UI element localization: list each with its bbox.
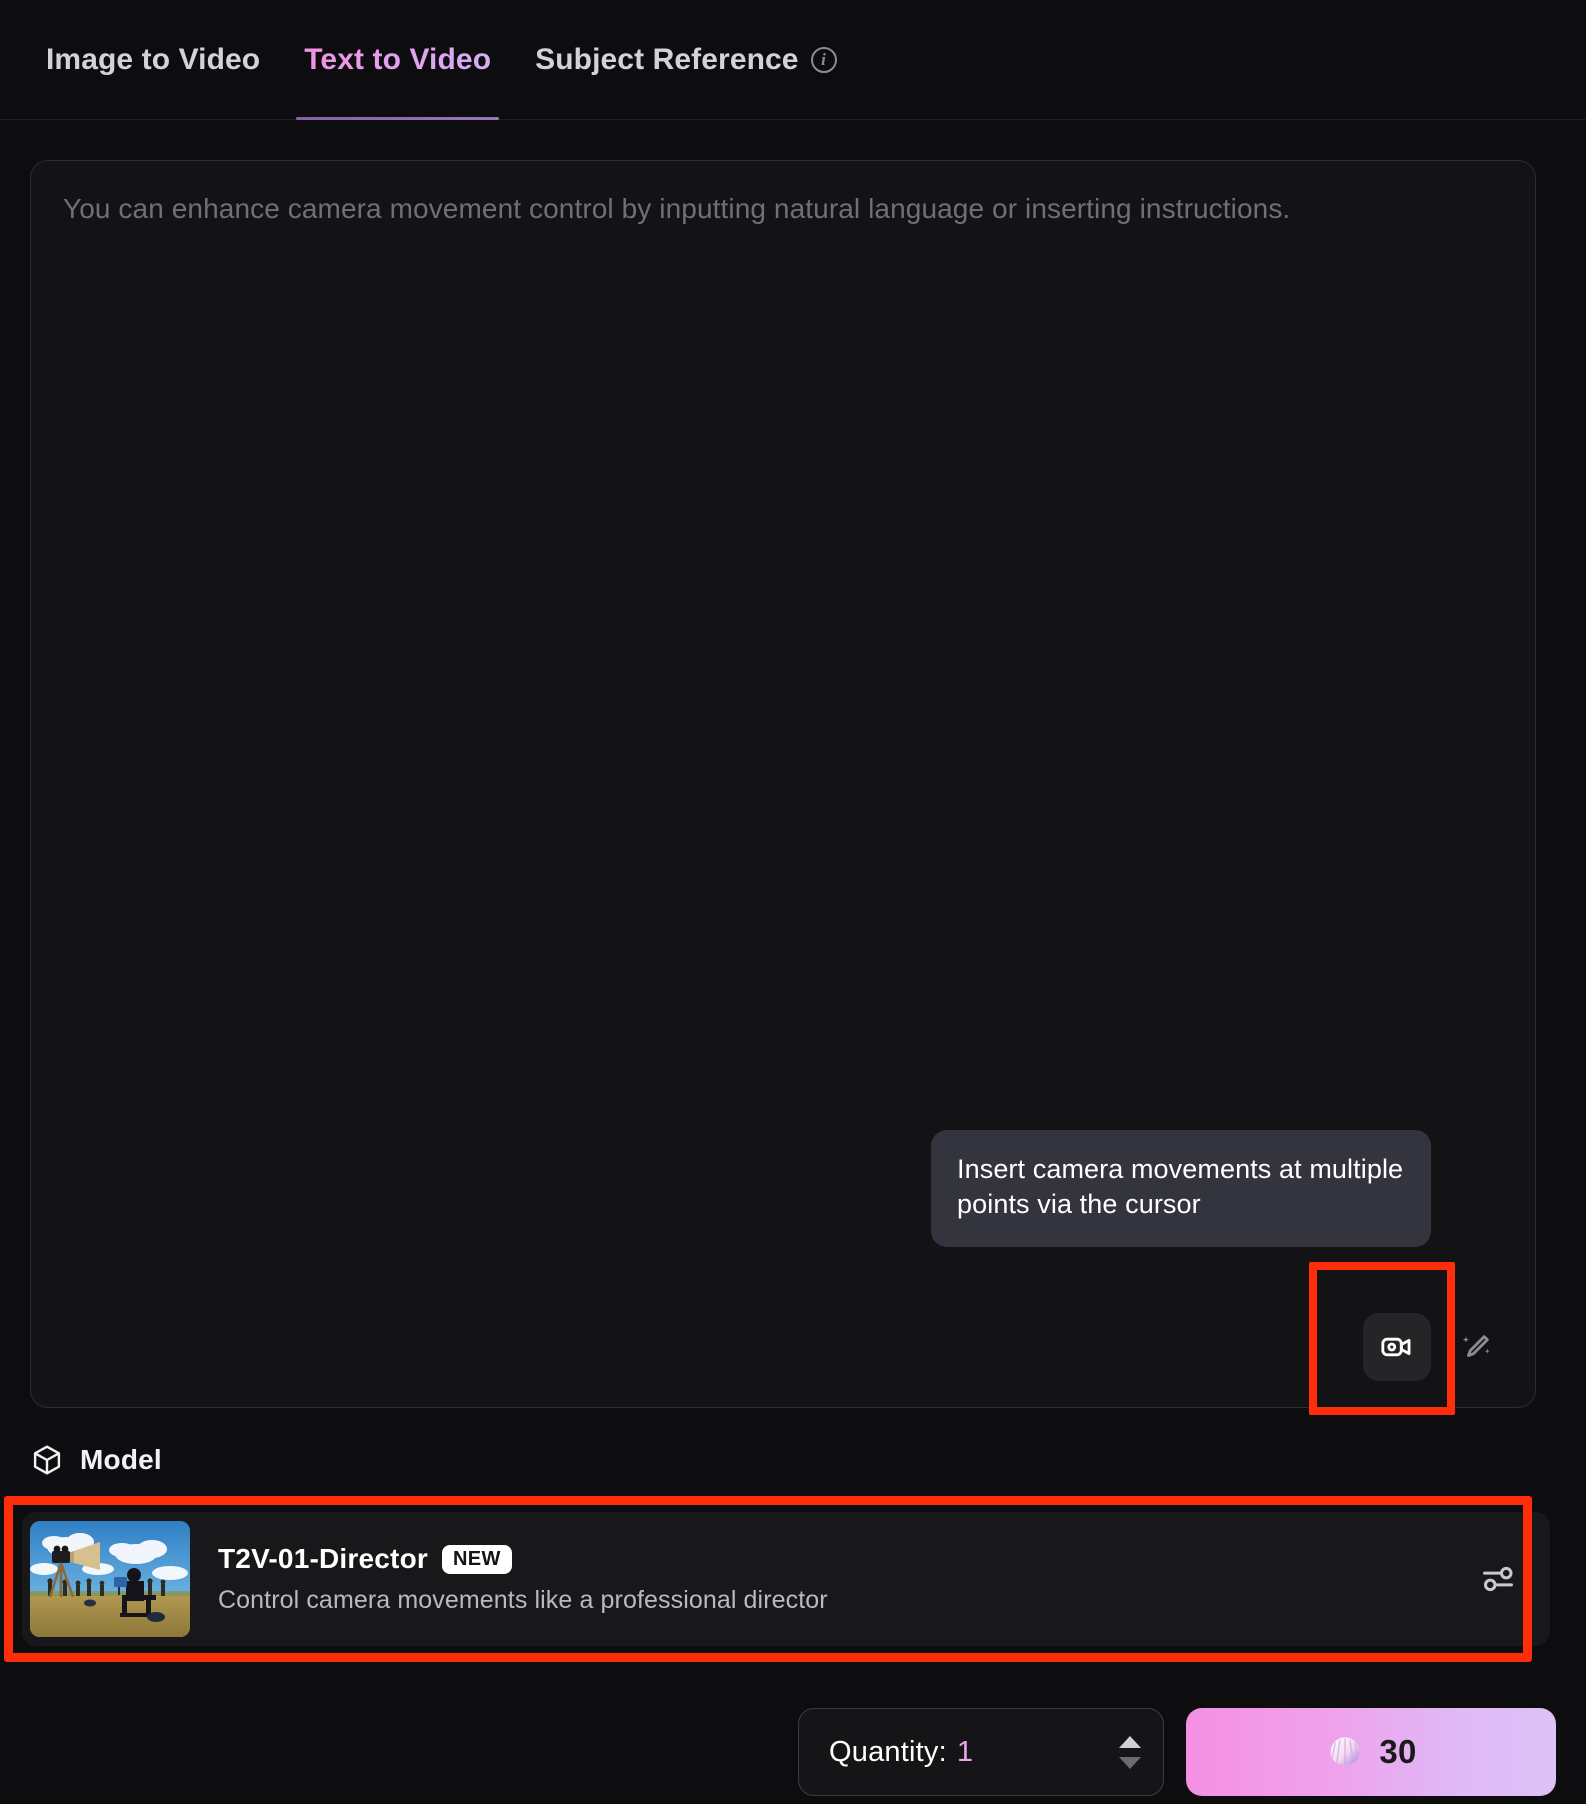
model-section-header: Model: [30, 1443, 162, 1477]
model-card-t2v-01-director[interactable]: T2V-01-Director NEW Control camera movem…: [22, 1512, 1550, 1646]
prompt-placeholder: You can enhance camera movement control …: [63, 193, 1291, 224]
cube-icon: [33, 1445, 61, 1475]
bottom-action-bar: Quantity: 1 30: [0, 1700, 1586, 1804]
model-label: Model: [80, 1444, 162, 1475]
prompt-panel[interactable]: You can enhance camera movement control …: [30, 160, 1536, 1408]
tooltip-text: Insert camera movements at multiple poin…: [957, 1153, 1404, 1220]
quantity-value: 1: [956, 1735, 973, 1768]
model-name: T2V-01-Director: [218, 1543, 428, 1574]
generate-button[interactable]: 30: [1186, 1708, 1556, 1796]
quantity-stepper[interactable]: Quantity: 1: [798, 1708, 1164, 1796]
new-badge: NEW: [441, 1544, 512, 1574]
tab-label: Image to Video: [46, 42, 261, 76]
info-icon[interactable]: i: [810, 46, 837, 73]
sliders-icon: [1483, 1566, 1513, 1592]
shell-credit-icon: [1331, 1737, 1360, 1765]
enhance-prompt-button[interactable]: [1449, 1319, 1505, 1375]
model-thumbnail: [30, 1521, 190, 1637]
prompt-actions: [1363, 1313, 1505, 1381]
model-settings-button[interactable]: [1470, 1551, 1526, 1607]
model-description: Control camera movements like a professi…: [218, 1586, 828, 1614]
tab-label: Text to Video: [304, 42, 492, 76]
magic-wand-pen-icon: [1462, 1335, 1490, 1357]
film-set-image: [30, 1521, 190, 1637]
stepper-decrement-button[interactable]: [1119, 1756, 1141, 1769]
model-info: T2V-01-Director NEW Control camera movem…: [190, 1543, 1470, 1615]
camera-tooltip: Insert camera movements at multiple poin…: [931, 1129, 1431, 1247]
tab-label: Subject Reference: [535, 42, 799, 76]
mode-tabs: Image to Video Text to Video Subject Ref…: [0, 0, 1586, 120]
stepper-arrows: [1119, 1735, 1141, 1769]
tab-image-to-video[interactable]: Image to Video: [46, 0, 282, 120]
model-title-row: T2V-01-Director NEW: [218, 1543, 1470, 1575]
insert-camera-movement-button[interactable]: [1363, 1313, 1431, 1381]
text-to-video-page: Image to Video Text to Video Subject Ref…: [0, 0, 1586, 1804]
video-camera-icon: [1381, 1337, 1411, 1357]
generate-cost: 30: [1379, 1733, 1417, 1770]
stepper-increment-button[interactable]: [1119, 1735, 1141, 1748]
quantity-label: Quantity:: [829, 1735, 947, 1768]
tab-subject-reference[interactable]: Subject Reference i: [513, 0, 858, 120]
tab-text-to-video[interactable]: Text to Video: [282, 0, 513, 120]
